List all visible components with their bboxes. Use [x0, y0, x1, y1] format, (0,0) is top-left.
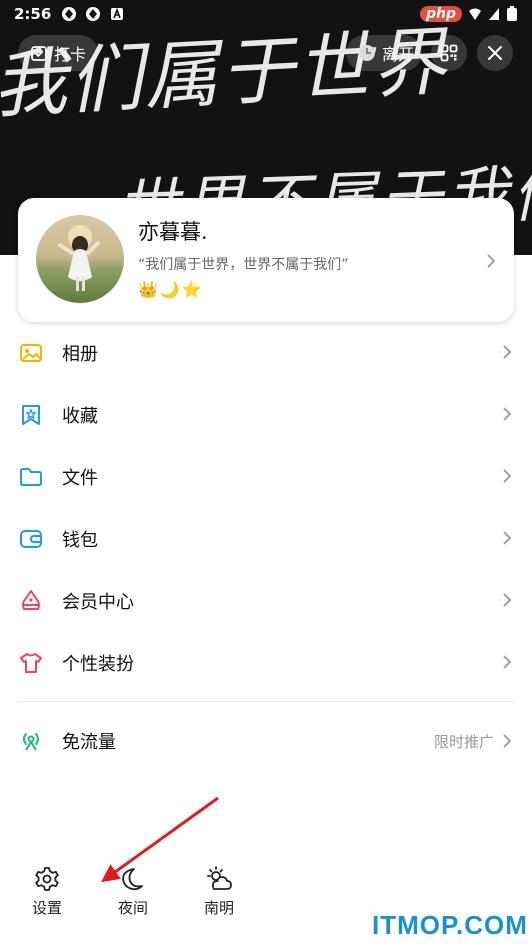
annotation-arrow — [101, 796, 219, 883]
watermark: ITMOP.COM — [372, 910, 528, 940]
